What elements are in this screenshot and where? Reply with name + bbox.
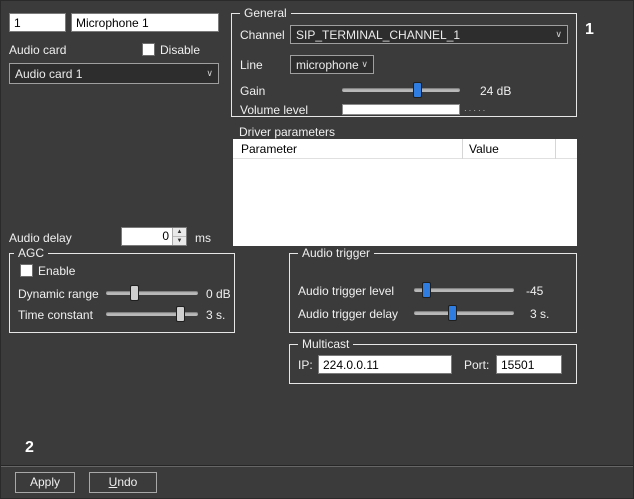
audio-trigger-group: Audio trigger Audio trigger level -45 Au…: [289, 253, 577, 333]
time-constant-label: Time constant: [18, 308, 93, 322]
time-constant-slider[interactable]: [106, 306, 198, 322]
audio-delay-label: Audio delay: [9, 231, 72, 245]
volume-scale-ticks: ·····: [464, 106, 487, 115]
dynamic-range-value: 0: [206, 287, 213, 301]
multicast-ip-field[interactable]: [318, 355, 452, 374]
audio-trigger-delay-value: 3: [530, 307, 537, 321]
audio-trigger-level-value: -45: [526, 284, 543, 298]
gain-value: 24 dB: [480, 84, 511, 98]
dynamic-range-unit: dB: [216, 287, 231, 301]
agc-group-title: AGC: [14, 246, 48, 260]
driver-parameters-header: Parameter Value: [233, 139, 577, 159]
line-dropdown[interactable]: microphone ∨: [290, 55, 374, 74]
gain-label: Gain: [240, 84, 265, 98]
footer-divider-highlight: [1, 466, 634, 467]
audio-delay-unit: ms: [195, 231, 211, 245]
apply-button[interactable]: Apply: [15, 472, 75, 493]
time-constant-unit: s.: [216, 308, 225, 322]
gain-slider[interactable]: [342, 82, 460, 98]
undo-button-label: ndo: [117, 475, 137, 489]
audio-card-dropdown[interactable]: Audio card 1 ∨: [9, 63, 219, 84]
audio-trigger-delay-slider-handle[interactable]: [448, 305, 457, 321]
audio-trigger-delay-label: Audio trigger delay: [298, 307, 398, 321]
gain-slider-handle[interactable]: [413, 82, 422, 98]
line-label: Line: [240, 58, 263, 72]
apply-button-label: Apply: [16, 473, 74, 492]
channel-dropdown[interactable]: SIP_TERMINAL_CHANNEL_1 ∨: [290, 25, 568, 44]
time-constant-slider-handle[interactable]: [176, 306, 185, 322]
chevron-down-icon: ∨: [206, 69, 213, 78]
volume-level-meter: [342, 104, 460, 115]
annotation-marker-2: 2: [25, 439, 34, 457]
channel-dropdown-value: SIP_TERMINAL_CHANNEL_1: [296, 28, 460, 42]
line-dropdown-value: microphone: [296, 58, 359, 72]
column-header-parameter[interactable]: Parameter: [241, 142, 297, 156]
multicast-ip-label: IP:: [298, 358, 313, 372]
dynamic-range-slider-track[interactable]: [106, 291, 198, 295]
driver-parameters-label: Driver parameters: [239, 125, 335, 139]
time-constant-value: 3: [206, 308, 213, 322]
audio-trigger-delay-slider-track[interactable]: [414, 311, 514, 315]
audio-card-label: Audio card: [9, 43, 66, 57]
channel-id-field[interactable]: [9, 13, 66, 32]
multicast-group-title: Multicast: [298, 337, 353, 351]
spin-down-icon[interactable]: ▼: [173, 237, 186, 245]
dynamic-range-slider-handle[interactable]: [130, 285, 139, 301]
driver-parameters-table: Parameter Value: [233, 139, 577, 246]
multicast-port-field[interactable]: [496, 355, 562, 374]
general-group: General Channel SIP_TERMINAL_CHANNEL_1 ∨…: [231, 13, 577, 117]
audio-trigger-level-slider-handle[interactable]: [422, 282, 431, 298]
audio-trigger-delay-slider[interactable]: [414, 305, 514, 321]
annotation-marker-1: 1: [585, 21, 594, 39]
agc-enable-checkbox[interactable]: [20, 264, 33, 277]
volume-level-label: Volume level: [240, 103, 308, 117]
column-divider[interactable]: [462, 139, 463, 159]
agc-enable-label: Enable: [38, 264, 75, 278]
dynamic-range-slider[interactable]: [106, 285, 198, 301]
microphone-name-field[interactable]: [71, 13, 219, 32]
multicast-group: Multicast IP: Port:: [289, 344, 577, 384]
audio-delay-value: 0: [122, 229, 171, 243]
undo-button[interactable]: Undo: [89, 472, 157, 493]
dynamic-range-label: Dynamic range: [18, 287, 99, 301]
audio-trigger-delay-unit: s.: [540, 307, 549, 321]
audio-trigger-level-slider[interactable]: [414, 282, 514, 298]
audio-trigger-level-label: Audio trigger level: [298, 284, 394, 298]
chevron-down-icon: ∨: [361, 60, 368, 69]
chevron-down-icon: ∨: [555, 30, 562, 39]
audio-delay-spinner[interactable]: 0 ▲ ▼: [121, 227, 187, 246]
audio-settings-panel: Audio card Disable Audio card 1 ∨ Genera…: [0, 0, 634, 499]
agc-group: AGC Enable Dynamic range 0 dB Time const…: [9, 253, 235, 333]
audio-card-dropdown-value: Audio card 1: [15, 67, 82, 81]
undo-button-mnemonic: U: [109, 475, 118, 489]
general-group-title: General: [240, 6, 291, 20]
column-header-value[interactable]: Value: [469, 142, 499, 156]
multicast-port-label: Port:: [464, 358, 489, 372]
column-divider[interactable]: [555, 139, 556, 159]
channel-label: Channel: [240, 28, 285, 42]
disable-checkbox[interactable]: [142, 43, 155, 56]
spin-up-icon[interactable]: ▲: [173, 228, 186, 237]
audio-trigger-group-title: Audio trigger: [298, 246, 374, 260]
disable-label: Disable: [160, 43, 200, 57]
gain-slider-track[interactable]: [342, 88, 460, 92]
